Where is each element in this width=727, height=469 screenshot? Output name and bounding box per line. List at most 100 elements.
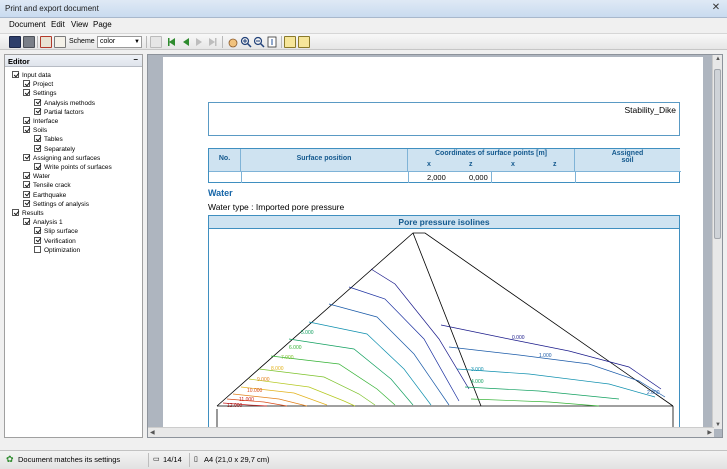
page-setup-icon[interactable]: [150, 36, 162, 48]
row-divider: [491, 171, 492, 183]
tree-item[interactable]: Water: [23, 172, 50, 181]
tree-item-label: Verification: [44, 237, 76, 245]
horizontal-scrollbar[interactable]: ◀ ▶: [148, 427, 714, 437]
tree-item-label: Settings: [33, 90, 57, 98]
col-coordinates: Coordinates of surface points [m]: [408, 149, 575, 171]
tree-item[interactable]: Results: [12, 209, 44, 218]
surface-table: No. Surface position Coordinates of surf…: [208, 148, 681, 183]
scroll-down-icon[interactable]: ▼: [715, 422, 721, 428]
status-bar: ✿ Document matches its settings ▭ 14/14 …: [0, 450, 727, 469]
tree-item[interactable]: Settings of analysis: [23, 199, 89, 209]
editor-header: Editor –: [5, 55, 142, 67]
tree-checkbox[interactable]: [23, 218, 30, 226]
page-view-icon[interactable]: [284, 36, 296, 48]
editor-panel: Editor – Input data Project Settings Analys…: [4, 54, 143, 438]
menu-page[interactable]: Page: [93, 20, 112, 29]
document-viewport[interactable]: Stability_Dike No. Surface position Coor…: [147, 54, 723, 438]
menu-edit[interactable]: Edit: [51, 20, 65, 29]
last-page-icon[interactable]: [206, 36, 218, 48]
tree-checkbox[interactable]: [34, 236, 41, 244]
tree-item[interactable]: Optimization: [34, 245, 81, 255]
tree-item-label: Write points of surfaces: [44, 164, 112, 171]
tree-item-label: Optimization: [44, 246, 81, 254]
vertical-scrollbar[interactable]: ▲ ▼: [712, 55, 722, 429]
isoline-label: 10.000: [247, 388, 263, 394]
tree-checkbox[interactable]: [34, 245, 41, 253]
tree-checkbox[interactable]: [12, 71, 19, 78]
tree-item[interactable]: Partial factors: [34, 107, 84, 117]
tree-checkbox[interactable]: [34, 98, 41, 106]
toolbar-separator: [222, 36, 223, 48]
tree-item[interactable]: Soils: [23, 126, 47, 135]
tree-checkbox[interactable]: [34, 135, 41, 143]
tree-checkbox[interactable]: [23, 89, 30, 97]
next-page-icon[interactable]: [193, 36, 205, 48]
tree-item[interactable]: Tensile crack: [23, 181, 71, 190]
water-type-value: Imported pore pressure: [255, 202, 345, 212]
tree-checkbox[interactable]: [34, 144, 41, 152]
tree-checkbox[interactable]: [23, 80, 30, 88]
isoline-label: 2.000: [647, 390, 660, 396]
tree-item[interactable]: Input data: [12, 71, 51, 80]
tree-item[interactable]: Earthquake: [23, 190, 66, 200]
tree-item[interactable]: Slip surface: [34, 227, 78, 236]
isoline-right-3: [464, 386, 620, 400]
save-icon[interactable]: [9, 36, 21, 48]
tree-item[interactable]: Verification: [34, 236, 76, 246]
status-separator: [189, 453, 190, 467]
isoline-label: 6.000: [289, 345, 302, 351]
tree-checkbox[interactable]: [23, 199, 30, 207]
scrollbar-thumb[interactable]: [714, 69, 721, 239]
pan-hand-icon[interactable]: [227, 36, 239, 48]
tree-item[interactable]: Analysis methods: [34, 98, 95, 108]
sub-z-1: z: [469, 161, 473, 168]
isoline-5: [270, 355, 396, 406]
col-assigned-soil: Assigned soil: [575, 149, 680, 171]
scroll-left-icon[interactable]: ◀: [150, 429, 155, 436]
isoline-label: 4.000: [471, 379, 484, 385]
tree-checkbox[interactable]: [23, 190, 30, 198]
scroll-up-icon[interactable]: ▲: [715, 56, 721, 62]
tree-checkbox[interactable]: [34, 227, 41, 235]
col-soil-line1: Assigned: [611, 150, 644, 157]
tree-item[interactable]: Write points of surfaces: [34, 163, 112, 172]
paper-size: A4 (21,0 x 29,7 cm): [204, 455, 270, 464]
status-separator: [148, 453, 149, 467]
tree-checkbox[interactable]: [34, 107, 41, 115]
chevron-down-icon: ▼: [134, 39, 140, 45]
print-icon[interactable]: [23, 36, 35, 48]
close-button[interactable]: ✕: [709, 2, 723, 15]
tree-checkbox[interactable]: [23, 181, 30, 189]
tree-checkbox[interactable]: [23, 117, 30, 124]
water-heading: Water: [208, 188, 233, 198]
tree-item[interactable]: Settings: [23, 89, 57, 98]
previous-page-icon[interactable]: [180, 36, 192, 48]
sub-x-1: x: [427, 161, 431, 168]
tree-checkbox[interactable]: [23, 172, 30, 180]
minimize-panel-icon[interactable]: –: [134, 55, 138, 64]
pdf-export-icon[interactable]: [40, 36, 52, 48]
isolines-drawing: 0.000 1.000 2.000 3.000 4.000 5.000 6.00…: [216, 232, 674, 437]
zoom-fit-icon[interactable]: [266, 36, 278, 48]
scheme-select[interactable]: color ▼: [97, 36, 142, 48]
tree-checkbox[interactable]: [12, 209, 19, 216]
tree-item[interactable]: Assigning and surfaces: [23, 153, 100, 163]
first-page-icon[interactable]: [166, 36, 178, 48]
tree-checkbox[interactable]: [23, 126, 30, 134]
tree-item[interactable]: Separately: [34, 144, 75, 154]
water-type: Water type : Imported pore pressure: [208, 202, 344, 212]
tree-checkbox[interactable]: [23, 153, 30, 161]
tree-item[interactable]: Analysis 1: [23, 218, 63, 227]
tree-item[interactable]: Project: [23, 80, 53, 89]
zoom-in-icon[interactable]: [240, 36, 252, 48]
tree-item-label: Project: [33, 81, 54, 89]
menu-document[interactable]: Document: [9, 20, 45, 29]
scroll-right-icon[interactable]: ▶: [707, 429, 712, 436]
tree-item[interactable]: Interface: [23, 117, 58, 126]
tree-item[interactable]: Tables: [34, 135, 63, 144]
tree-checkbox[interactable]: [34, 163, 41, 170]
copy-page-icon[interactable]: [54, 36, 66, 48]
zoom-out-icon[interactable]: [253, 36, 265, 48]
page-layout-icon[interactable]: [298, 36, 310, 48]
menu-view[interactable]: View: [71, 20, 88, 29]
